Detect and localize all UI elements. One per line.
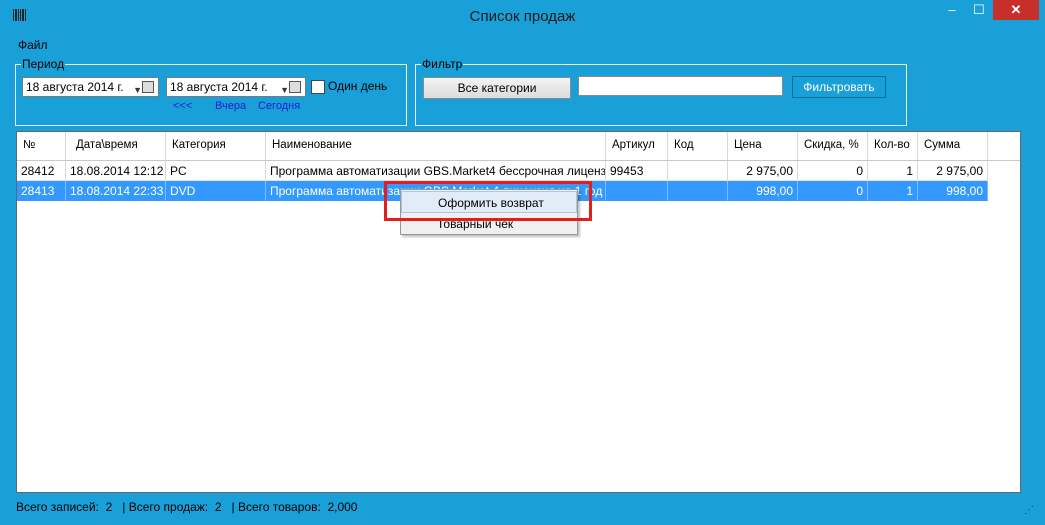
column-header[interactable]: Наименование [266,132,606,160]
minimize-button[interactable]: – [938,0,966,20]
cell-sum: 998,00 [918,181,988,201]
cell-number: 28412 [17,161,66,181]
maximize-button[interactable]: ☐ [966,0,992,20]
column-header[interactable]: Цена [728,132,798,160]
grid-header: № Дата\время Категория Наименование Арти… [17,132,1020,161]
column-header[interactable]: Сумма [918,132,988,160]
cell-name: Программа автоматизации GBS.Market4 бесс… [266,161,606,181]
chevron-down-icon: ▼ [280,85,289,95]
title-bar[interactable]: Список продаж – ☐ ✕ [0,0,1045,32]
today-link[interactable]: Сегодня [258,100,300,112]
menu-bar: Файл [18,38,48,52]
all-categories-button[interactable]: Все категории [423,77,571,99]
records-count: 2 [105,500,113,514]
date-from-value: 18 августа 2014 г. [26,80,124,94]
cell-datetime: 18.08.2014 22:33 [66,181,166,201]
cell-code [668,161,728,181]
goods-count: 2,000 [327,500,358,514]
window-title: Список продаж [469,8,576,25]
column-header[interactable]: Дата\время [66,132,166,160]
filter-button[interactable]: Фильтровать [792,76,886,98]
cell-sum: 2 975,00 [918,161,988,181]
column-header[interactable]: Кол-во [868,132,918,160]
column-header[interactable]: Артикул [606,132,668,160]
cell-discount: 0 [798,181,868,201]
status-bar: Всего записей: 2 | Всего продаж: 2 | Все… [16,500,357,514]
chevron-down-icon: ▼ [133,85,142,95]
filter-text-input[interactable] [578,76,783,96]
calendar-icon[interactable] [289,81,301,93]
cell-price: 998,00 [728,181,798,201]
goods-label: | Всего товаров: [231,500,321,514]
cell-number: 28413 [17,181,66,201]
cell-datetime: 18.08.2014 12:12 [66,161,166,181]
date-to-value: 18 августа 2014 г. [170,80,268,94]
calendar-icon[interactable] [142,81,154,93]
sales-label: | Всего продаж: [122,500,209,514]
cell-category: PC [166,161,266,181]
prev-period-link[interactable]: <<< [173,100,192,112]
one-day-label[interactable]: Один день [328,79,387,93]
cell-code [668,181,728,201]
cell-article [606,181,668,201]
cell-category: DVD [166,181,266,201]
records-label: Всего записей: [16,500,99,514]
column-header[interactable]: Код [668,132,728,160]
table-row[interactable]: 28412 18.08.2014 12:12 PC Программа авто… [17,161,1020,181]
close-button[interactable]: ✕ [993,0,1039,20]
period-legend: Период [21,57,66,71]
cell-discount: 0 [798,161,868,181]
filter-legend: Фильтр [421,57,464,71]
column-header[interactable]: Категория [166,132,266,160]
sales-count: 2 [214,500,222,514]
date-from-picker[interactable]: 18 августа 2014 г. ▼ [22,77,159,97]
column-header[interactable]: Скидка, % [798,132,868,160]
date-to-picker[interactable]: 18 августа 2014 г. ▼ [166,77,306,97]
cell-quantity: 1 [868,161,918,181]
cell-price: 2 975,00 [728,161,798,181]
highlight-box [384,181,592,221]
menu-file[interactable]: Файл [18,38,48,52]
cell-quantity: 1 [868,181,918,201]
column-header[interactable]: № [17,132,66,160]
resize-grip-icon[interactable]: ⋰ [1024,505,1034,516]
yesterday-link[interactable]: Вчера [215,100,246,112]
one-day-checkbox[interactable] [311,80,325,94]
cell-article: 99453 [606,161,668,181]
